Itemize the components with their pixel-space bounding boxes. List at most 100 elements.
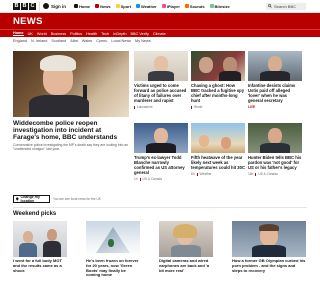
meta-divider: [255, 172, 257, 176]
story-card[interactable]: Fifth heatwave of the year likely next w…: [191, 123, 245, 176]
meta-divider: [196, 172, 198, 176]
signin-button[interactable]: Sign in: [43, 3, 66, 9]
meta-divider: [139, 177, 141, 181]
story-time: 1h: [134, 177, 138, 181]
story-card[interactable]: Chasing a ghost: How BBC tracked a fugit…: [191, 51, 245, 109]
section-business[interactable]: Business: [51, 32, 66, 36]
clinic-body: [43, 241, 61, 257]
weekend-picks-heading: Weekend picks: [13, 211, 57, 217]
hero-image[interactable]: [13, 51, 129, 117]
nav-label: Sounds: [189, 3, 205, 9]
story-card[interactable]: Hunter Biden tells BBC his pardon was 'n…: [248, 123, 302, 176]
story-headline: Chasing a ghost: How BBC tracked a fugit…: [191, 83, 245, 103]
global-nav: Home News Sport Weather iPlayer Sounds B…: [74, 4, 230, 9]
weekend-headline: I went for a full body MOT and the resul…: [13, 258, 62, 273]
nav-home[interactable]: Home: [74, 4, 90, 9]
subnav-scotland[interactable]: Scotland: [51, 39, 66, 43]
story-card[interactable]: Infantine desists claims Ustis paid off …: [248, 51, 302, 109]
section-home[interactable]: Home: [13, 31, 24, 36]
location-note: You are see local news for the UK: [53, 197, 101, 201]
user-icon: [43, 3, 49, 9]
meta-divider: [191, 105, 192, 109]
portrait-figure: [268, 128, 282, 144]
subnav-cymru[interactable]: Cymru: [96, 39, 107, 43]
section-nav: Home UK World Business Politics Health T…: [0, 29, 320, 37]
nav-label: Sport: [120, 3, 132, 9]
bbc-logo[interactable]: B B C: [13, 2, 36, 10]
subnav-england[interactable]: England: [13, 39, 27, 43]
weekend-headline: Digital cameras and wired earphones are …: [159, 258, 210, 273]
beach-figure: [199, 135, 209, 147]
news-title[interactable]: NEWS: [13, 16, 43, 27]
nav-iplayer[interactable]: iPlayer: [161, 4, 180, 9]
subnav-my-news[interactable]: My News: [135, 39, 151, 43]
section-bbc-verify[interactable]: BBC Verify: [130, 32, 148, 36]
portrait-body: [260, 71, 290, 81]
weekend-card[interactable]: He's been frozen on forever for 20 years…: [86, 221, 140, 278]
story-tag: US & Canada: [142, 177, 163, 181]
sport-icon: [115, 4, 120, 8]
story-meta: 16h US & Canada: [248, 172, 302, 176]
weekend-card[interactable]: I went for a full body MOT and the resul…: [13, 221, 67, 273]
weekend-image: [86, 221, 140, 257]
hero-summary: Conservative police investigating the MP…: [13, 143, 129, 151]
section-uk[interactable]: UK: [28, 32, 33, 36]
hair-shape: [259, 224, 279, 231]
change-location-label: Change my location: [20, 195, 40, 203]
subnav-wales[interactable]: Wales: [82, 39, 92, 43]
nav-news[interactable]: News: [95, 3, 111, 9]
subnav-local-news[interactable]: Local News: [111, 39, 131, 43]
nav-bitesize[interactable]: Bitesize: [209, 3, 230, 9]
section-health[interactable]: Health: [86, 32, 97, 36]
global-header: B B C Sign in Home News Sport Weather iP…: [0, 0, 320, 13]
weekend-card[interactable]: Digital cameras and wired earphones are …: [159, 221, 213, 273]
portrait-body: [219, 71, 241, 81]
hair-shape: [173, 224, 197, 238]
story-card[interactable]: Victims urged to come forward as police …: [134, 51, 188, 109]
signin-label: Sign in: [51, 3, 66, 9]
search-box[interactable]: Search BBC: [266, 2, 306, 10]
section-politics[interactable]: Politics: [70, 32, 82, 36]
section-indepth[interactable]: InDepth: [113, 32, 126, 36]
nav-label: Bitesize: [214, 3, 230, 9]
section-tech[interactable]: Tech: [101, 32, 109, 36]
nav-sport[interactable]: Sport: [115, 3, 132, 9]
story-time: 6h: [191, 172, 195, 176]
story-image: [134, 51, 188, 81]
hero-figure-coat: [29, 95, 89, 117]
story-meta: Lancashire: [134, 105, 188, 109]
climber-figure: [108, 239, 114, 247]
story-headline: Hunter Biden tells BBC his pardon was 'n…: [248, 155, 302, 170]
story-headline: Victims urged to come forward as police …: [134, 83, 187, 103]
news-icon: [95, 4, 100, 8]
nav-weather[interactable]: Weather: [136, 4, 157, 9]
logo-letter: B: [13, 2, 20, 10]
portrait-body: [252, 245, 286, 257]
nav-label: News: [100, 3, 111, 9]
story-time: 16h: [248, 172, 254, 176]
nav-label: Weather: [141, 3, 157, 9]
nav-label: Home: [79, 3, 91, 9]
portrait-body: [146, 143, 176, 153]
search-icon: [268, 4, 272, 8]
clinic-figure: [47, 229, 57, 241]
portrait-figure: [268, 56, 282, 72]
section-world[interactable]: World: [37, 32, 47, 36]
story-image: [191, 51, 245, 81]
subnav-alba[interactable]: Alba: [70, 39, 78, 43]
weekend-headline: He's been frozen on forever for 20 years…: [86, 258, 139, 278]
weekend-card[interactable]: How a former GB Olympian curbed his porn…: [232, 221, 306, 273]
portrait-body: [171, 245, 201, 257]
nav-sounds[interactable]: Sounds: [184, 3, 205, 9]
hero-headline[interactable]: Widdecombe police reopen investigation i…: [13, 120, 129, 142]
meta-divider: [134, 105, 135, 109]
subnav-n-ireland[interactable]: N. Ireland: [31, 39, 47, 43]
story-tag: Lancashire: [137, 105, 153, 109]
story-meta: 1h US & Canada: [134, 177, 188, 181]
change-location-button[interactable]: Change my location: [13, 195, 50, 203]
story-headline: Infantine desists claims Ustis paid off …: [248, 83, 296, 103]
section-climate[interactable]: Climate: [153, 32, 166, 36]
story-headline: Trump's ex-lawyer Todd Blanche narrowly …: [134, 155, 185, 175]
story-card[interactable]: Trump's ex-lawyer Todd Blanche narrowly …: [134, 123, 188, 181]
location-pin-icon: [16, 197, 19, 201]
